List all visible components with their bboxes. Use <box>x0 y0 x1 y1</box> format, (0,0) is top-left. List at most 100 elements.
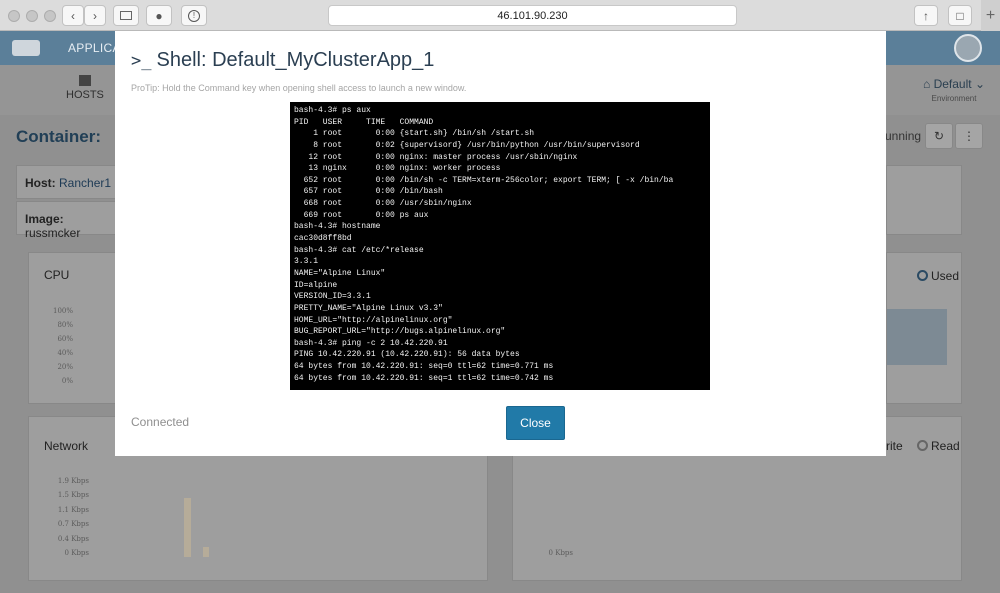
image-panel: Image: russmcker <box>16 201 116 240</box>
terminal-line: BUG_REPORT_URL="http://bugs.alpinelinux.… <box>294 327 506 337</box>
restart-button[interactable]: ↻ <box>925 123 953 149</box>
memory-panel: Used <box>886 252 962 404</box>
terminal-line: bash-4.3# hostname <box>294 222 381 232</box>
terminal-line: bash-4.3# ping -c 2 10.42.220.91 <box>294 338 448 348</box>
new-tab-button[interactable]: + <box>981 0 1000 31</box>
terminal-line: 64 bytes from 10.42.220.91: seq=0 ttl=62… <box>294 362 554 372</box>
cpu-tick: 20% <box>57 363 73 371</box>
environment-name: Default <box>933 77 972 91</box>
terminal-line: 652 root 0:00 /bin/sh -c TERM=xterm-256c… <box>294 175 674 185</box>
sidebar-button[interactable] <box>113 5 139 26</box>
image-row: Image: russmcker <box>25 212 115 240</box>
environment-selector[interactable]: ⌂ Default ⌄ Environment <box>908 77 1000 103</box>
network-tick: 0.4 Kbps <box>57 535 89 543</box>
radio-selected-icon <box>917 270 928 281</box>
read-label: Read <box>931 439 960 453</box>
container-state: unning <box>885 129 922 143</box>
terminal-line: PING 10.42.220.91 (10.42.220.91): 56 dat… <box>294 350 520 360</box>
terminal-line: NAME="Alpine Linux" <box>294 268 386 278</box>
modal-title-text: Shell: Default_MyClusterApp_1 <box>156 49 435 71</box>
more-menu-button[interactable]: ⋮ <box>955 123 983 149</box>
hosts-label: HOSTS <box>66 89 104 101</box>
terminal-prompt-icon: >_ <box>131 51 152 71</box>
chevron-right-icon: › <box>93 8 97 23</box>
plus-icon: + <box>985 6 996 24</box>
memory-area <box>887 309 947 365</box>
close-button[interactable]: Close <box>506 406 565 440</box>
image-label: Image: <box>25 212 64 226</box>
chevron-down-icon: ⌄ <box>974 77 986 91</box>
back-button[interactable]: ‹ <box>62 5 84 26</box>
network-tick: 0 Kbps <box>64 549 89 557</box>
terminal-line: 64 bytes from 10.42.220.91: seq=1 ttl=62… <box>294 373 554 383</box>
network-title: Network <box>44 439 89 453</box>
cpu-tick: 80% <box>57 321 73 329</box>
address-text: 46.101.90.230 <box>497 9 568 22</box>
network-bar <box>184 498 191 557</box>
host-label: Host: <box>25 176 56 190</box>
terminal-line: 12 root 0:00 nginx: master process /usr/… <box>294 152 578 162</box>
terminal-line: ID=alpine <box>294 280 338 290</box>
cpu-title: CPU <box>44 268 70 282</box>
home-icon: ⌂ <box>922 77 931 91</box>
sidebar-icon <box>120 11 132 20</box>
used-label: Used <box>931 269 960 283</box>
terminal-line: 8 root 0:02 {supervisord} /usr/bin/pytho… <box>294 140 640 150</box>
network-bar <box>203 547 209 557</box>
chevron-left-icon: ‹ <box>71 8 75 23</box>
hosts-icon <box>78 75 91 86</box>
terminal-line: 657 root 0:00 /bin/bash <box>294 187 443 197</box>
terminal-line: 1 root 0:00 {start.sh} /bin/sh /start.sh <box>294 129 535 139</box>
terminal-line: 668 root 0:00 /usr/sbin/nginx <box>294 199 472 209</box>
network-tick: 1.1 Kbps <box>57 506 89 514</box>
window-minimize-dot[interactable] <box>26 10 38 22</box>
terminal-output[interactable]: bash-4.3# ps aux PID USER TIME COMMAND 1 … <box>290 102 710 390</box>
terminal-line: cac30d8ff8bd <box>294 234 352 244</box>
host-panel: Host: Rancher1 <box>16 165 116 199</box>
info-icon: ! <box>188 9 200 22</box>
host-link[interactable]: Rancher1 <box>59 176 111 190</box>
address-bar[interactable]: 46.101.90.230 <box>328 5 737 26</box>
cpu-tick: 60% <box>57 335 73 343</box>
network-tick: 1.5 Kbps <box>57 491 89 499</box>
environment-label: Environment <box>931 94 977 103</box>
radio-unselected-icon <box>917 440 928 451</box>
pin-button[interactable]: ● <box>146 5 172 26</box>
terminal-line: 3.3.1 <box>294 257 319 267</box>
refresh-icon: ↻ <box>933 129 945 143</box>
network-tick: 1.9 Kbps <box>57 477 89 485</box>
cpu-tick: 40% <box>57 349 73 357</box>
used-toggle[interactable]: Used <box>917 269 959 283</box>
info-button[interactable]: ! <box>181 5 207 26</box>
tabs-icon: □ <box>956 8 964 23</box>
info-panel-right <box>886 165 962 235</box>
more-vertical-icon: ⋮ <box>963 129 975 143</box>
host-row: Host: Rancher1 <box>25 176 111 190</box>
terminal-line: PID USER TIME COMMAND <box>294 117 434 127</box>
modal-title: >_ Shell: Default_MyClusterApp_1 <box>131 49 434 72</box>
container-heading: Container: <box>16 127 101 146</box>
forward-button[interactable]: › <box>84 5 106 26</box>
write-toggle[interactable]: rite <box>886 439 903 453</box>
terminal-line: VERSION_ID=3.3.1 <box>294 292 371 302</box>
terminal-line: PRETTY_NAME="Alpine Linux v3.3" <box>294 303 443 313</box>
network-tick: 0.7 Kbps <box>57 520 89 528</box>
browser-toolbar: ‹ › ● ! 46.101.90.230 ↑ □ + <box>0 0 1000 31</box>
pin-icon: ● <box>155 8 163 23</box>
cpu-panel: CPU 100% 80% 60% 40% 20% 0% <box>28 252 116 404</box>
read-toggle[interactable]: Read <box>917 439 960 453</box>
share-button[interactable]: ↑ <box>914 5 938 26</box>
image-value: russmcker <box>25 226 81 240</box>
terminal-line: bash-4.3# ps aux <box>294 106 371 115</box>
window-zoom-dot[interactable] <box>44 10 56 22</box>
connection-status: Connected <box>131 415 190 429</box>
window-close-dot[interactable] <box>8 10 20 22</box>
cpu-tick: 100% <box>52 307 73 315</box>
hosts-nav-item[interactable]: HOSTS <box>66 75 104 101</box>
terminal-line: 669 root 0:00 ps aux <box>294 210 429 220</box>
user-avatar[interactable] <box>954 34 982 62</box>
share-icon: ↑ <box>923 8 929 23</box>
tabs-button[interactable]: □ <box>948 5 972 26</box>
terminal-line: HOME_URL="http://alpinelinux.org" <box>294 315 453 325</box>
shell-modal: >_ Shell: Default_MyClusterApp_1 ProTip: … <box>115 31 886 456</box>
